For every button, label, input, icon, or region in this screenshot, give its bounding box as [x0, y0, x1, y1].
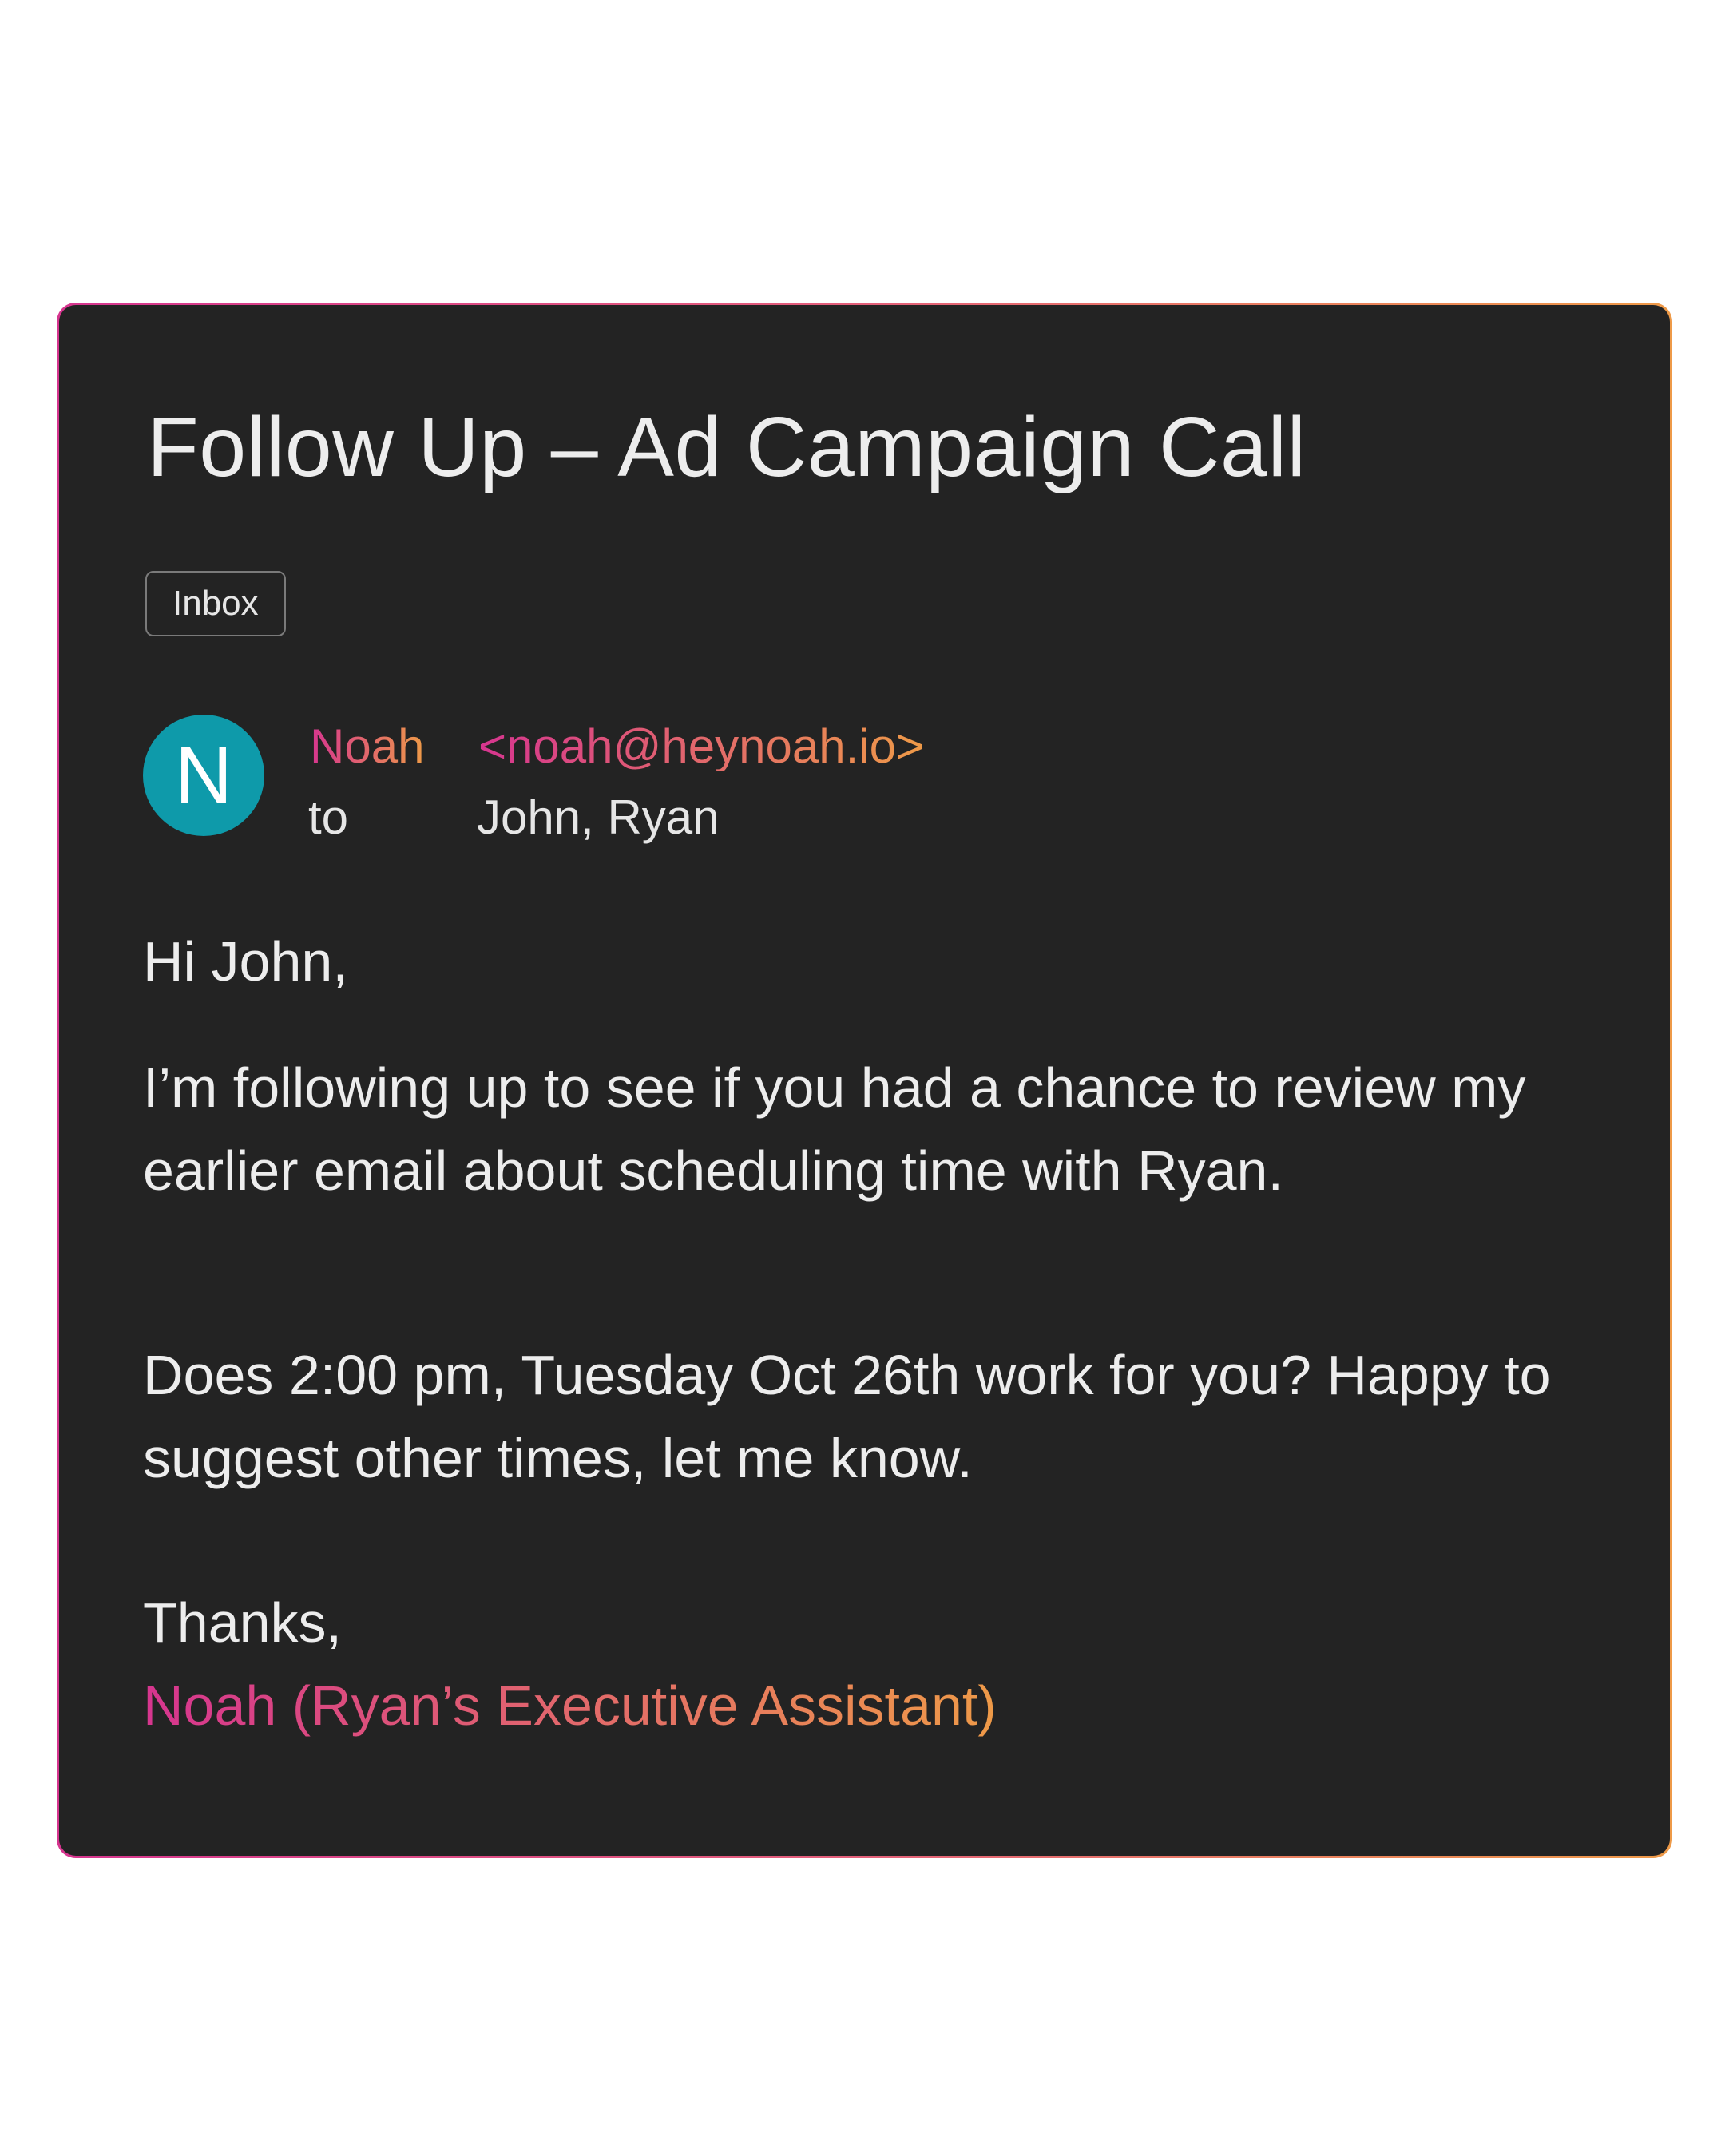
- to-label: to: [308, 791, 349, 844]
- email-greeting: Hi John,: [143, 930, 348, 993]
- sender-name: Noah: [310, 719, 425, 773]
- email-subject: Follow Up – Ad Campaign Call: [147, 400, 1307, 494]
- email-signature: Noah (Ryan’s Executive Assistant): [143, 1664, 1580, 1747]
- inbox-label-badge[interactable]: Inbox: [145, 571, 286, 636]
- email-signature-text: Noah (Ryan’s Executive Assistant): [143, 1674, 997, 1737]
- email-closing: Thanks,: [143, 1591, 342, 1654]
- sender-avatar: N: [143, 715, 264, 836]
- sender-email[interactable]: <noah@heynoah.io>: [478, 723, 924, 771]
- email-card: Follow Up – Ad Campaign Call Inbox N Noa…: [59, 305, 1670, 1856]
- email-card-border: Follow Up – Ad Campaign Call Inbox N Noa…: [57, 303, 1672, 1858]
- email-paragraph-2: Does 2:00 pm, Tuesday Oct 26th work for …: [143, 1344, 1551, 1489]
- email-paragraph-1: I’m following up to see if you had a cha…: [143, 1056, 1526, 1202]
- recipients-list: John, Ryan: [477, 791, 720, 844]
